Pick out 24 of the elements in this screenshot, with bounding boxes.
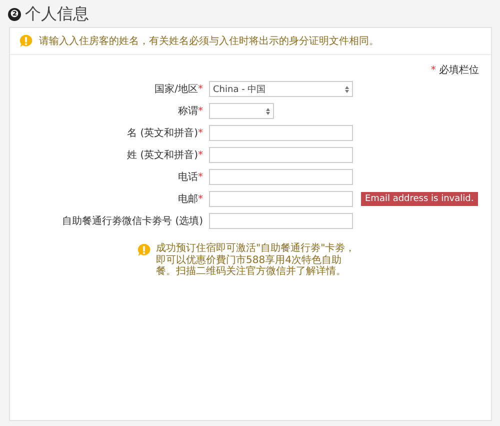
updown-arrow-icon bbox=[345, 86, 349, 92]
warning-icon bbox=[19, 34, 33, 48]
required-note: * 必填栏位 bbox=[430, 64, 479, 77]
select-field[interactable] bbox=[209, 103, 274, 119]
field-label: 称谓* bbox=[177, 105, 204, 118]
field-label: 电邮* bbox=[177, 192, 204, 206]
field-label: 国家/地区* bbox=[154, 82, 204, 96]
input-field[interactable] bbox=[209, 191, 353, 207]
notice-text: 请输入入住房客的姓名，有关姓名必须与入住时将出示的身分证明文件相同。 bbox=[39, 34, 379, 48]
input-field[interactable] bbox=[209, 147, 353, 163]
field-label: 自助餐通行劵微信卡劵号 (选填) bbox=[61, 214, 204, 228]
input-field[interactable] bbox=[209, 169, 353, 185]
input-field[interactable] bbox=[209, 213, 353, 229]
error-message: Email address is invalid. bbox=[361, 192, 478, 206]
select-field[interactable]: China - 中国 bbox=[209, 81, 353, 97]
section-title: 个人信息 bbox=[25, 4, 89, 24]
warning-icon bbox=[137, 243, 151, 257]
updown-arrow-icon bbox=[266, 108, 270, 114]
info-text: 成功预订住宿即可激活"自助餐通行劵"卡劵，即可以优惠价費门市588享用4次特色自助餐。扫描二维码关注官方微信并了解详情。 bbox=[156, 243, 356, 278]
input-field[interactable] bbox=[209, 125, 353, 141]
field-label: 名 (英文和拼音)* bbox=[126, 126, 204, 140]
field-label: 电话* bbox=[177, 170, 204, 184]
step-number: ❷ bbox=[8, 8, 21, 20]
field-label: 姓 (英文和拼音)* bbox=[126, 148, 204, 162]
